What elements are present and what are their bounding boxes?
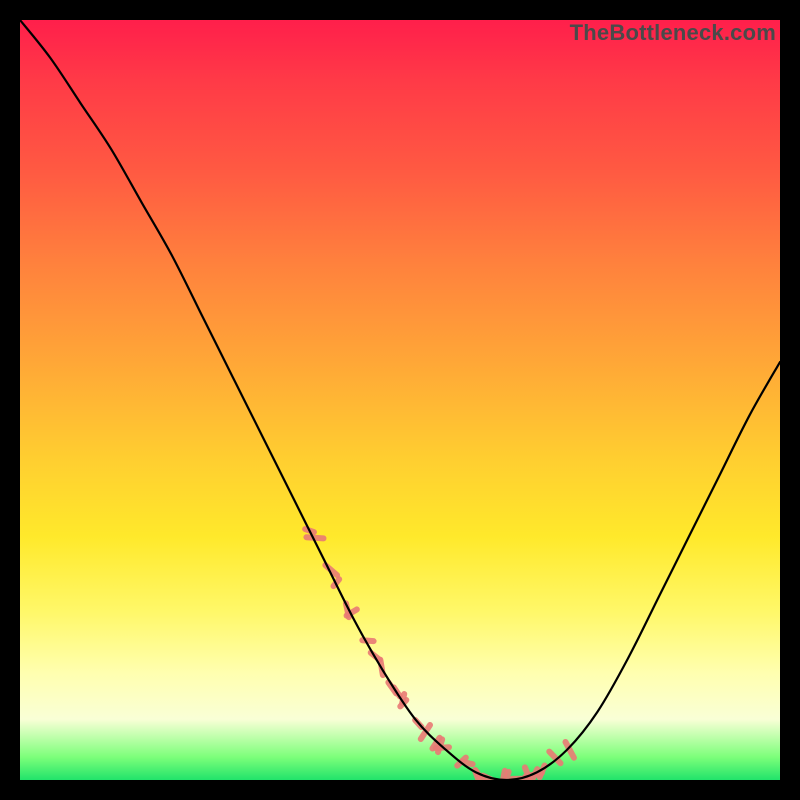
plot-area: TheBottleneck.com xyxy=(20,20,780,780)
chart-svg xyxy=(20,20,780,780)
bottleneck-curve xyxy=(20,20,780,780)
tick-marks-group xyxy=(301,525,578,780)
chart-frame: TheBottleneck.com xyxy=(20,20,780,780)
